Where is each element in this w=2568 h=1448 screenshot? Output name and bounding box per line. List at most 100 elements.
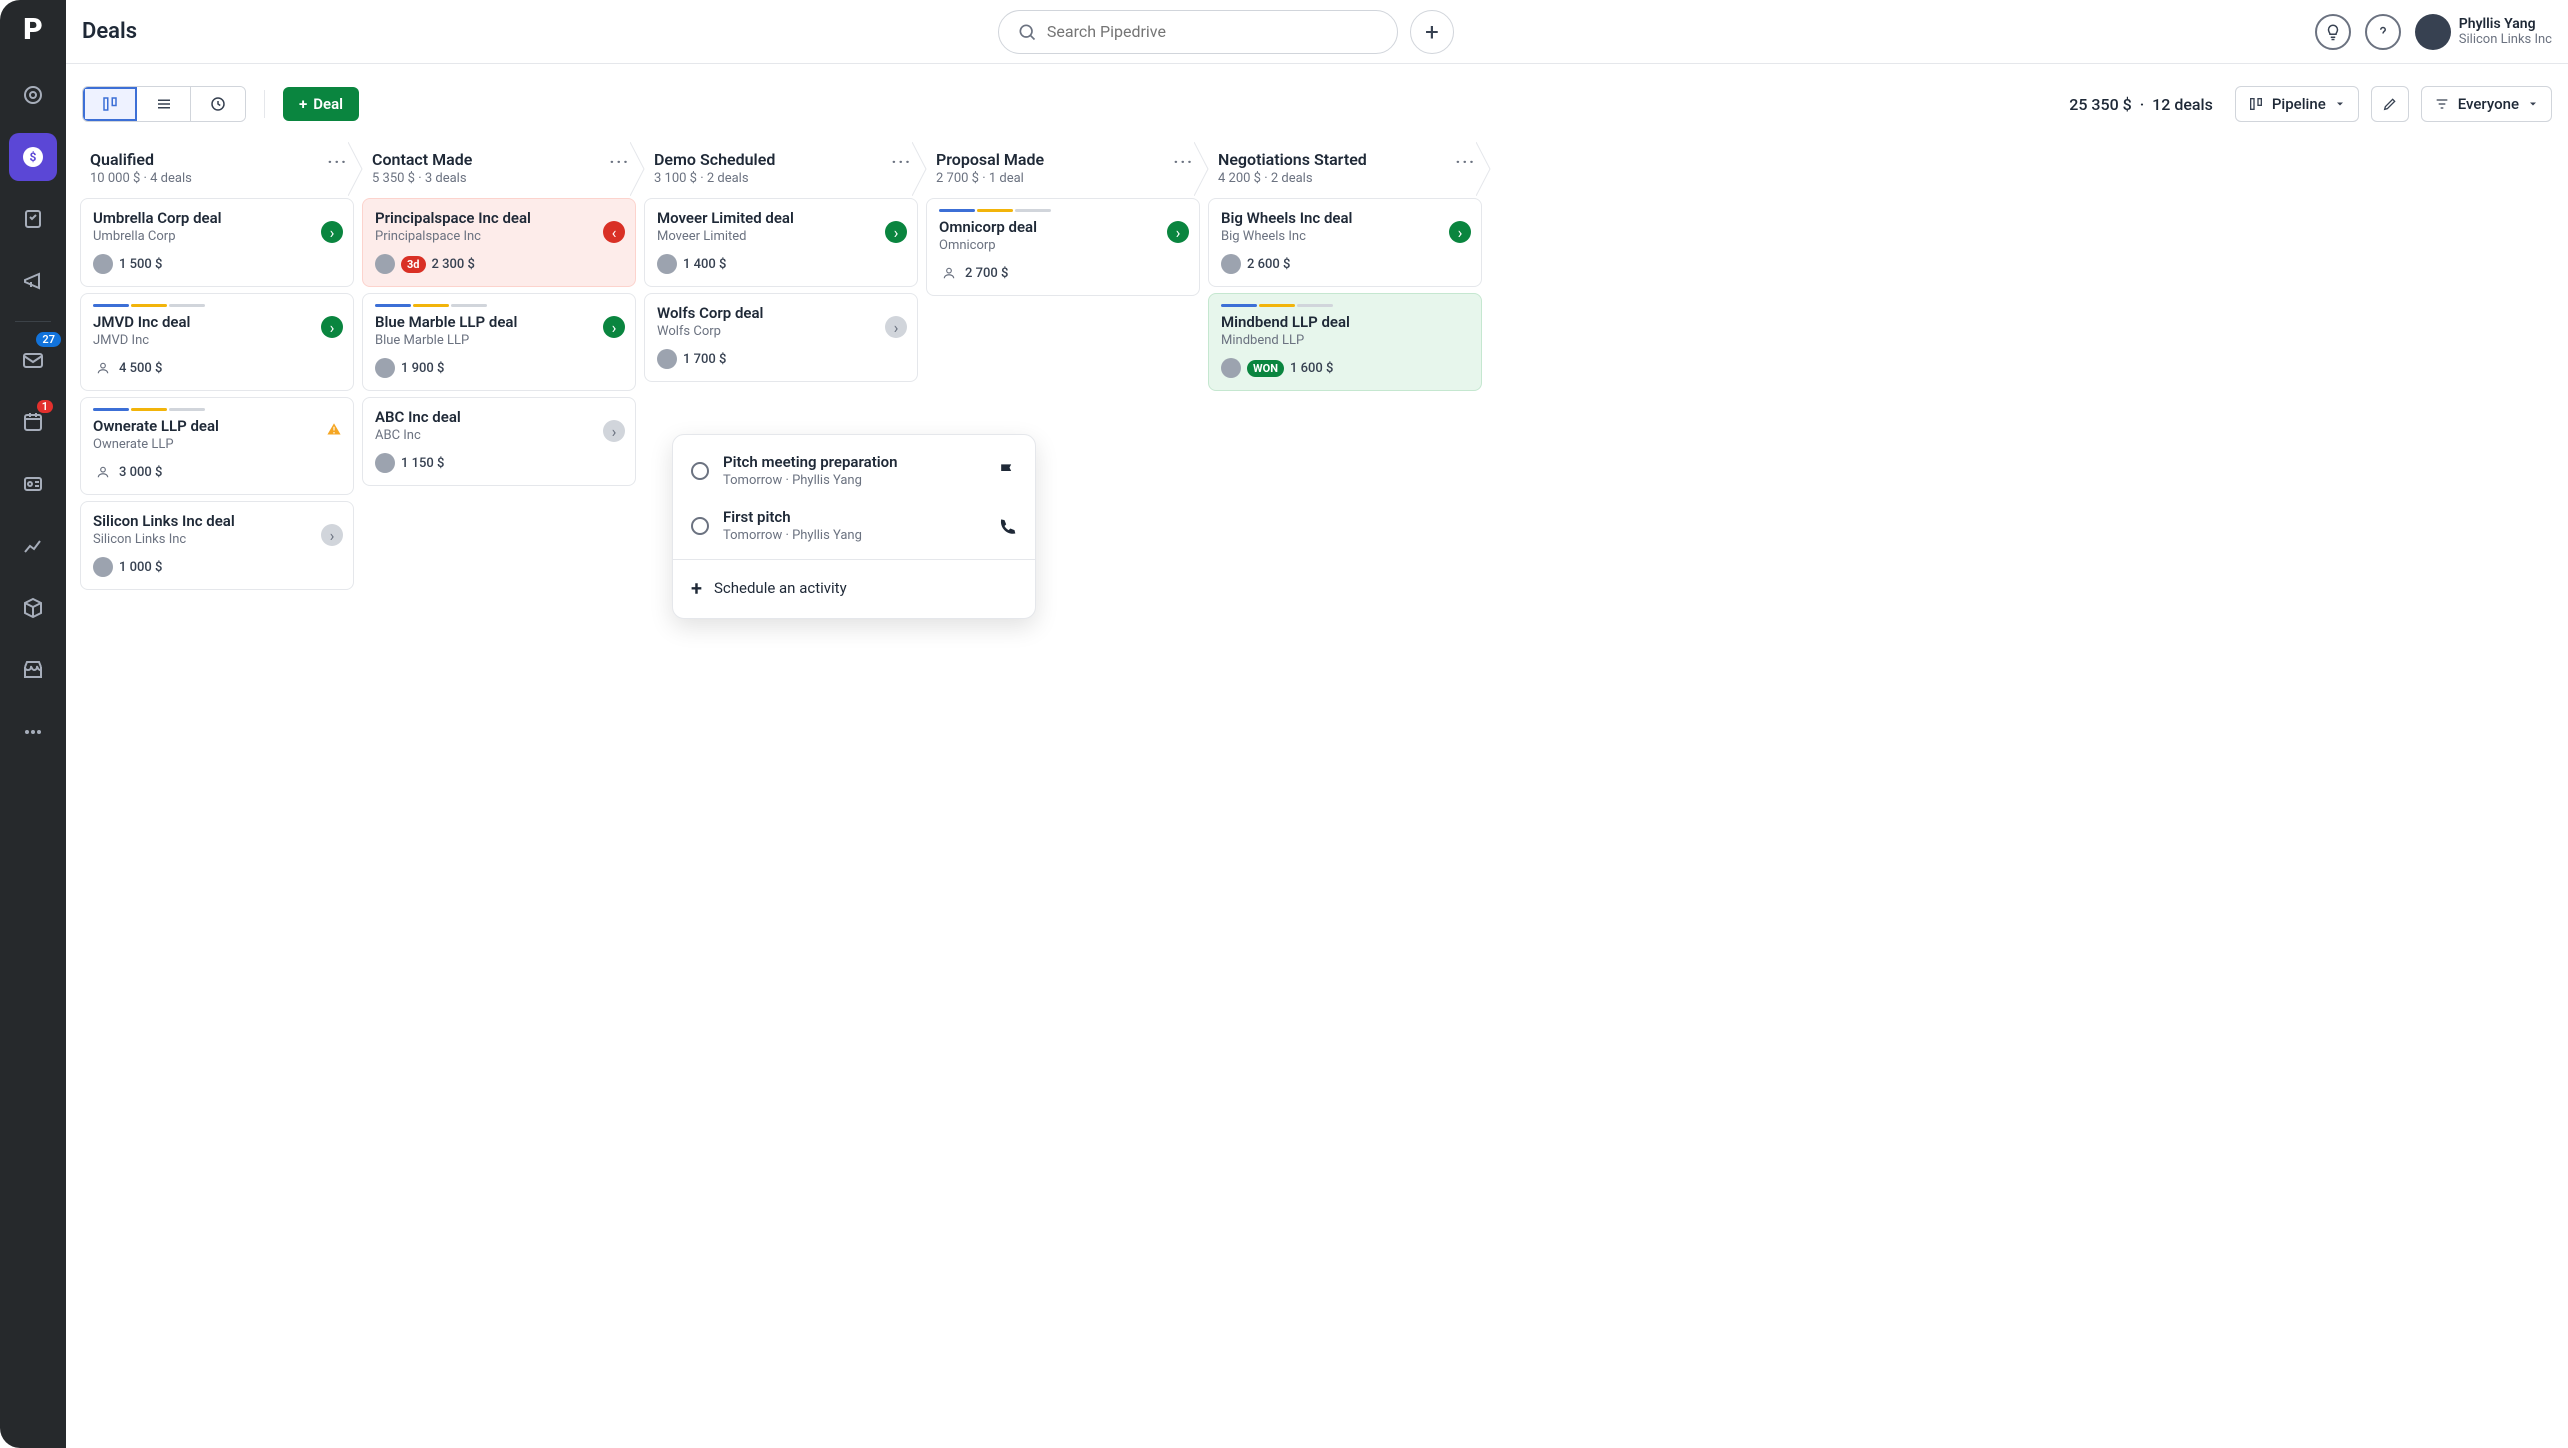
tips-button[interactable] [2315,14,2351,50]
nav-divider [15,321,51,322]
nav-projects[interactable] [9,195,57,243]
nav-mail[interactable]: 27 [9,336,57,384]
column-summary: 5 350 $ · 3 deals [372,171,626,186]
deal-value: 1 600 $ [1290,361,1333,376]
won-pill: WON [1247,360,1284,377]
deal-card[interactable]: Mindbend LLP deal Mindbend LLP WON 1 600… [1208,293,1482,391]
activity-item[interactable]: First pitch Tomorrow · Phyllis Yang [673,498,1035,553]
activity-item[interactable]: Pitch meeting preparation Tomorrow · Phy… [673,443,1035,498]
radio-icon[interactable] [691,517,709,535]
deal-value: 1 900 $ [401,361,444,376]
phone-icon [997,516,1017,536]
radio-icon[interactable] [691,462,709,480]
board: Qualified 10 000 $ · 4 deals ··· Umbrell… [66,132,2568,1448]
column-title: Negotiations Started [1218,150,1472,169]
deal-footer: 1 700 $ [657,349,905,369]
scope-selector[interactable]: Everyone [2421,86,2552,122]
nav-campaigns[interactable] [9,257,57,305]
deal-org: Principalspace Inc [375,229,623,244]
deal-footer: 2 600 $ [1221,254,1469,274]
activity-status-icon[interactable]: › [1449,221,1471,243]
schedule-label: Schedule an activity [714,579,847,597]
deal-footer: 2 700 $ [939,263,1187,283]
toolbar-divider [264,90,265,118]
column-more-button[interactable]: ··· [328,152,348,171]
deal-footer: 3d 2 300 $ [375,254,623,274]
deal-card[interactable]: Principalspace Inc deal Principalspace I… [362,198,636,287]
nav-insights[interactable] [9,522,57,570]
view-list[interactable] [137,87,191,121]
person-icon [93,462,113,482]
search-box[interactable] [998,10,1398,54]
deal-card[interactable]: Ownerate LLP deal Ownerate LLP 3 000 $ [80,397,354,495]
header: Deals + Phyllis Yang Silicon Links Inc [66,0,2568,64]
deal-value: 1 000 $ [119,560,162,575]
avatar [2415,14,2451,50]
deal-card[interactable]: Umbrella Corp deal Umbrella Corp › 1 500… [80,198,354,287]
nav-marketplace[interactable] [9,646,57,694]
owner-avatar [1221,254,1241,274]
deal-org: Ownerate LLP [93,437,341,452]
stage-column: Demo Scheduled 3 100 $ · 2 deals ··· Mov… [644,142,918,1434]
activity-status-icon[interactable]: › [885,221,907,243]
stage-arrow [1476,142,1494,198]
activity-title: First pitch [723,508,983,526]
view-kanban[interactable] [83,87,137,121]
add-deal-button[interactable]: +Deal [283,87,359,121]
toolbar: +Deal 25 350 $ · 12 deals Pipeline Every… [66,76,2568,132]
deal-value: 2 300 $ [432,257,475,272]
deal-card[interactable]: Omnicorp deal Omnicorp › 2 700 $ [926,198,1200,296]
nav-deals[interactable]: $ [9,133,57,181]
column-summary: 4 200 $ · 2 deals [1218,171,1472,186]
plus-icon: + [299,95,307,113]
column-header: Negotiations Started 4 200 $ · 2 deals ·… [1208,142,1482,198]
deal-value: 2 700 $ [965,266,1008,281]
pipeline-icon [2248,96,2264,112]
deal-title: Ownerate LLP deal [93,417,341,435]
nav-contacts[interactable] [9,460,57,508]
column-summary: 2 700 $ · 1 deal [936,171,1190,186]
deal-value: 3 000 $ [119,465,162,480]
nav-activities[interactable]: 1 [9,398,57,446]
user-menu[interactable]: Phyllis Yang Silicon Links Inc [2415,14,2552,50]
nav-leads[interactable] [9,71,57,119]
sidebar: P $ 27 1 [0,0,66,1448]
column-more-button[interactable]: ··· [892,152,912,171]
search-input[interactable] [1047,22,1379,41]
activity-status-icon[interactable]: › [885,316,907,338]
column-more-button[interactable]: ··· [610,152,630,171]
activity-status-icon[interactable]: › [603,316,625,338]
activity-status-icon[interactable]: › [321,221,343,243]
column-summary: 10 000 $ · 4 deals [90,171,344,186]
deal-card[interactable]: Big Wheels Inc deal Big Wheels Inc › 2 6… [1208,198,1482,287]
column-more-button[interactable]: ··· [1174,152,1194,171]
activity-status-icon[interactable]: › [603,420,625,442]
activity-title: Pitch meeting preparation [723,453,983,471]
add-global-button[interactable]: + [1410,10,1454,54]
help-button[interactable] [2365,14,2401,50]
activity-status-icon[interactable]: › [1167,221,1189,243]
deal-card[interactable]: Wolfs Corp deal Wolfs Corp › 1 700 $ [644,293,918,382]
deal-card[interactable]: Silicon Links Inc deal Silicon Links Inc… [80,501,354,590]
deal-card[interactable]: JMVD Inc deal JMVD Inc › 4 500 $ [80,293,354,391]
view-forecast[interactable] [191,87,245,121]
activity-status-icon[interactable]: › [321,316,343,338]
activity-status-icon[interactable]: ‹ [603,221,625,243]
pipeline-selector[interactable]: Pipeline [2235,86,2359,122]
summary-count: 12 deals [2152,95,2213,114]
deal-org: Wolfs Corp [657,324,905,339]
schedule-activity-button[interactable]: + Schedule an activity [673,566,1035,610]
chevron-down-icon [2527,98,2539,110]
deal-title: Silicon Links Inc deal [93,512,341,530]
edit-pipeline-button[interactable] [2371,86,2409,122]
activity-status-icon[interactable]: › [321,524,343,546]
nav-more[interactable] [9,708,57,756]
column-title: Contact Made [372,150,626,169]
column-header: Qualified 10 000 $ · 4 deals ··· [80,142,354,198]
nav-products[interactable] [9,584,57,632]
deal-footer: 3 000 $ [93,462,341,482]
deal-card[interactable]: Blue Marble LLP deal Blue Marble LLP › 1… [362,293,636,391]
deal-card[interactable]: Moveer Limited deal Moveer Limited › 1 4… [644,198,918,287]
column-more-button[interactable]: ··· [1456,152,1476,171]
deal-card[interactable]: ABC Inc deal ABC Inc › 1 150 $ [362,397,636,486]
